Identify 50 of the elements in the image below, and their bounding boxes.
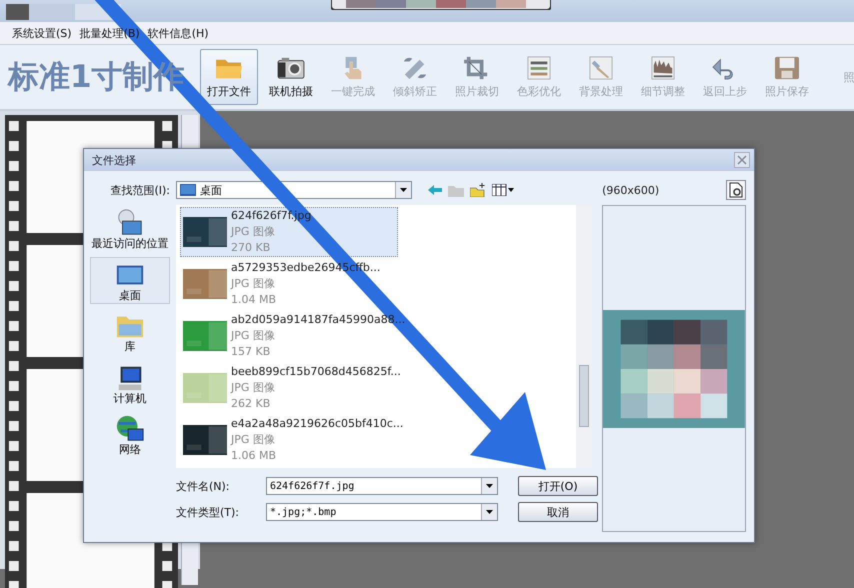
- histogram-icon: [649, 56, 677, 80]
- menu-item[interactable]: 系统设置(S): [12, 26, 72, 40]
- image-size: (960x600): [602, 184, 660, 196]
- brush-icon: [587, 56, 615, 80]
- file-size: 270 KB: [231, 240, 272, 256]
- file-type: JPG 图像: [231, 276, 276, 292]
- file-name: e4a2a48a9219626c05bf410c...: [231, 416, 404, 432]
- toolbar-button[interactable]: 打开文件: [200, 49, 258, 105]
- look-in-dropdown[interactable]: 桌面: [176, 181, 412, 199]
- places-item[interactable]: 桌面: [90, 256, 170, 304]
- sliders-icon: [525, 56, 553, 80]
- up-folder-icon[interactable]: [448, 184, 464, 196]
- places-item[interactable]: 计算机: [90, 360, 170, 408]
- dropdown-arrow-icon: [400, 188, 407, 192]
- file-name-field[interactable]: 624f626f7f.jpg: [266, 477, 498, 495]
- file-type: JPG 图像: [231, 328, 276, 344]
- camera-icon: [277, 56, 305, 80]
- file-item[interactable]: beeb899cf15b7068d456825f... JPG 图像 262 KB: [180, 363, 398, 413]
- dialog-title: 文件选择: [92, 152, 136, 168]
- file-type-dropdown[interactable]: *.jpg;*.bmp: [266, 503, 498, 521]
- preview-button[interactable]: [726, 180, 746, 200]
- magnifier-page-icon: [729, 182, 743, 198]
- places-item[interactable]: 最近访问的位置: [90, 205, 170, 253]
- file-size: 262 KB: [231, 396, 272, 412]
- menu-item[interactable]: 批量处理(B): [80, 26, 140, 40]
- file-name: beeb899cf15b7068d456825f...: [231, 364, 401, 380]
- file-type-label: 文件类型(T):: [176, 504, 240, 520]
- cancel-button[interactable]: 取消: [518, 502, 598, 522]
- close-icon: [737, 155, 747, 165]
- view-menu-icon[interactable]: [492, 184, 514, 196]
- file-type: JPG 图像: [231, 224, 276, 240]
- open-button[interactable]: 打开(O): [518, 476, 598, 496]
- places-item[interactable]: 库: [90, 308, 170, 356]
- dropdown-arrow-icon: [486, 510, 493, 514]
- file-type: JPG 图像: [231, 380, 276, 396]
- file-size: 157 KB: [231, 344, 272, 360]
- file-type: JPG 图像: [231, 432, 276, 448]
- toolbar-button[interactable]: 联机拍摄: [262, 49, 320, 105]
- file-size: 1.04 MB: [231, 292, 278, 308]
- scrollbar[interactable]: [576, 205, 592, 468]
- file-size: 1.06 MB: [231, 448, 278, 464]
- close-button[interactable]: [734, 152, 750, 168]
- back-arrow-icon[interactable]: [428, 185, 442, 195]
- new-folder-icon[interactable]: [470, 183, 486, 197]
- file-name-label: 文件名(N):: [176, 478, 231, 494]
- desktop-icon: [180, 184, 196, 196]
- menu-item[interactable]: 软件信息(H): [148, 26, 209, 40]
- look-in-label: 查找范围(I):: [109, 182, 170, 198]
- places-item[interactable]: 网络: [90, 411, 170, 459]
- dropdown-arrow-icon: [486, 484, 493, 488]
